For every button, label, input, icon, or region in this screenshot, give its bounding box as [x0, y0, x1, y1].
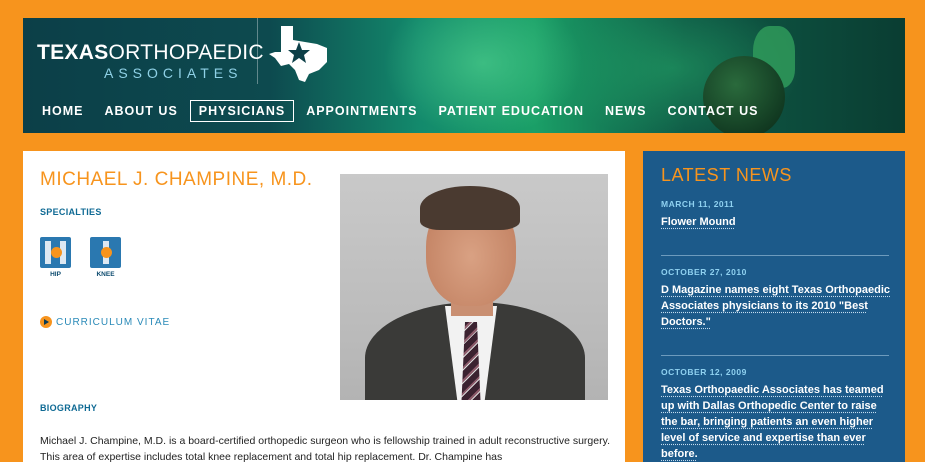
photo-hair — [420, 186, 520, 230]
curriculum-vitae-link[interactable]: CURRICULUM VITAE — [40, 316, 170, 328]
specialties-heading: SPECIALTIES — [40, 207, 102, 217]
curriculum-vitae-label: CURRICULUM VITAE — [56, 316, 171, 328]
news-headline-link[interactable]: D Magazine names eight Texas Orthopaedic… — [661, 282, 891, 330]
news-item: OCTOBER 27, 2010 D Magazine names eight … — [661, 267, 891, 330]
specialty-label: KNEE — [96, 271, 115, 278]
nav-physicians[interactable]: PHYSICIANS — [189, 100, 295, 122]
site-logo[interactable]: TEXASORTHOPAEDIC ASSOCIATES — [37, 42, 264, 82]
nav-appointments[interactable]: APPOINTMENTS — [297, 100, 426, 122]
nav-patient-education[interactable]: PATIENT EDUCATION — [430, 100, 593, 122]
knee-joint-shape — [101, 247, 112, 258]
biography-text: Michael J. Champine, M.D. is a board-cer… — [40, 435, 610, 462]
nav-contact-us[interactable]: CONTACT US — [658, 100, 767, 122]
specialty-label: HIP — [50, 271, 61, 278]
knee-icon — [90, 237, 121, 268]
arrow-right-circle-icon — [40, 316, 52, 328]
news-headline-link[interactable]: Texas Orthopaedic Associates has teamed … — [661, 382, 891, 462]
logo-line-1: TEXASORTHOPAEDIC — [37, 41, 264, 64]
news-item: OCTOBER 12, 2009 Texas Orthopaedic Assoc… — [661, 367, 891, 462]
specialty-knee[interactable]: KNEE — [89, 237, 122, 278]
nav-home[interactable]: HOME — [33, 100, 93, 122]
nav-news[interactable]: NEWS — [596, 100, 656, 122]
hip-joint-shape — [51, 247, 62, 258]
news-item: MARCH 11, 2011 Flower Mound — [661, 199, 891, 230]
biography-heading: BIOGRAPHY — [40, 403, 98, 413]
logo-divider — [257, 18, 258, 84]
hip-icon — [40, 237, 71, 268]
news-divider — [661, 355, 889, 356]
news-divider — [661, 255, 889, 256]
latest-news-sidebar: LATEST NEWS MARCH 11, 2011 Flower Mound … — [643, 151, 905, 462]
logo-line-2: ASSOCIATES — [104, 65, 243, 81]
site-header: TEXASORTHOPAEDIC ASSOCIATES HOME ABOUT U… — [23, 18, 905, 133]
news-date: OCTOBER 27, 2010 — [661, 267, 747, 277]
specialty-hip[interactable]: HIP — [39, 237, 72, 278]
nav-about-us[interactable]: ABOUT US — [96, 100, 187, 122]
texas-star-logo-icon — [269, 26, 327, 82]
news-headline-link[interactable]: Flower Mound — [661, 214, 891, 230]
latest-news-title: LATEST NEWS — [661, 165, 792, 185]
physician-profile: MICHAEL J. CHAMPINE, M.D. SPECIALTIES HI… — [23, 151, 625, 462]
main-navigation: HOME ABOUT US PHYSICIANS APPOINTMENTS PA… — [33, 100, 770, 122]
news-date: MARCH 11, 2011 — [661, 199, 735, 209]
physician-photo — [340, 174, 608, 400]
news-date: OCTOBER 12, 2009 — [661, 367, 747, 377]
page-title: MICHAEL J. CHAMPINE, M.D. — [40, 169, 313, 190]
